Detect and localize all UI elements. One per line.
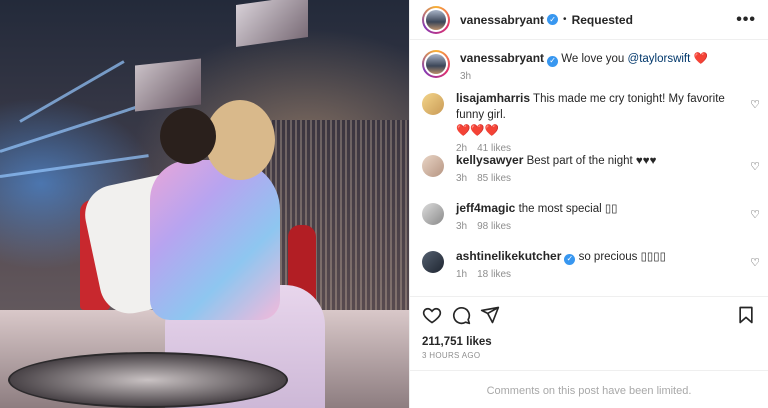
- heart-emoji: ❤️: [693, 53, 708, 65]
- video-screen: [236, 0, 308, 48]
- comment-likes[interactable]: 18 likes: [477, 269, 511, 280]
- comment-item: kellysawyer Best part of the night ♥♥♥ 3…: [410, 152, 768, 200]
- like-count[interactable]: 211,751 likes: [422, 336, 492, 348]
- mention-link[interactable]: @taylorswift: [628, 53, 691, 65]
- post-header: vanessabryant ✓ • Requested •••: [410, 0, 768, 40]
- heart-outline-icon[interactable]: ♡: [750, 98, 760, 111]
- separator-dot: •: [563, 14, 567, 25]
- heart-outline-icon[interactable]: ♡: [750, 208, 760, 221]
- post-photo[interactable]: [0, 0, 409, 408]
- post-timestamp[interactable]: 3 HOURS AGO: [422, 351, 480, 360]
- bookmark-icon[interactable]: [736, 305, 756, 325]
- caption: vanessabryant ✓ We love you @taylorswift …: [410, 40, 768, 90]
- comment-text: Best part of the night ♥♥♥: [526, 155, 657, 167]
- avatar[interactable]: [422, 155, 444, 177]
- more-options-icon[interactable]: •••: [736, 11, 756, 29]
- child-hair: [160, 108, 216, 164]
- comment-time[interactable]: 3h: [456, 173, 467, 184]
- comment-likes[interactable]: 98 likes: [477, 221, 511, 232]
- comments-limited-notice: Comments on this post have been limited.: [410, 370, 768, 408]
- caption-username[interactable]: vanessabryant: [460, 51, 544, 65]
- avatar[interactable]: [422, 50, 450, 78]
- comment-text: so precious ▯▯▯▯: [578, 251, 666, 263]
- heart-outline-icon[interactable]: ♡: [750, 160, 760, 173]
- stage-light: [0, 100, 153, 153]
- avatar[interactable]: [422, 93, 444, 115]
- verified-badge-icon: ✓: [564, 253, 576, 265]
- action-bar: [410, 296, 768, 332]
- caption-time[interactable]: 3h: [460, 69, 708, 85]
- comment-list[interactable]: vanessabryant ✓ We love you @taylorswift …: [410, 40, 768, 296]
- stage-light: [0, 154, 149, 178]
- comment-item: jeff4magic the most special ▯▯ 3h 98 like…: [410, 200, 768, 248]
- comment-likes[interactable]: 85 likes: [477, 173, 511, 184]
- heart-outline-icon[interactable]: ♡: [750, 256, 760, 269]
- post-sidebar: vanessabryant ✓ • Requested ••• vanessab…: [409, 0, 768, 408]
- comment-bubble-icon[interactable]: [451, 305, 471, 325]
- caption-text: We love you: [561, 53, 625, 65]
- share-send-icon[interactable]: [480, 305, 500, 325]
- like-heart-icon[interactable]: [422, 305, 442, 325]
- comment-item: ashtinelikekutcher ✓ so precious ▯▯▯▯ 1h 1…: [410, 248, 768, 296]
- header-username[interactable]: vanessabryant: [460, 11, 544, 29]
- avatar[interactable]: [422, 5, 450, 34]
- comment-username[interactable]: lisajamharris: [456, 91, 530, 105]
- comment-time[interactable]: 3h: [456, 221, 467, 232]
- avatar[interactable]: [422, 251, 444, 273]
- avatar[interactable]: [422, 203, 444, 225]
- comment-text: the most special ▯▯: [518, 203, 618, 215]
- stage-prop: [8, 352, 288, 408]
- comment-emoji: ❤️❤️❤️: [456, 125, 499, 137]
- sequin-jacket: [150, 160, 280, 320]
- comment-username[interactable]: kellysawyer: [456, 153, 523, 167]
- video-screen: [135, 58, 201, 112]
- comment-time[interactable]: 1h: [456, 269, 467, 280]
- verified-badge-icon: ✓: [547, 14, 559, 25]
- verified-badge-icon: ✓: [547, 55, 559, 67]
- comment-username[interactable]: ashtinelikekutcher: [456, 249, 561, 263]
- comment-username[interactable]: jeff4magic: [456, 201, 515, 215]
- requested-button[interactable]: Requested: [572, 13, 633, 27]
- comment-item: lisajamharris This made me cry tonight! …: [410, 90, 768, 154]
